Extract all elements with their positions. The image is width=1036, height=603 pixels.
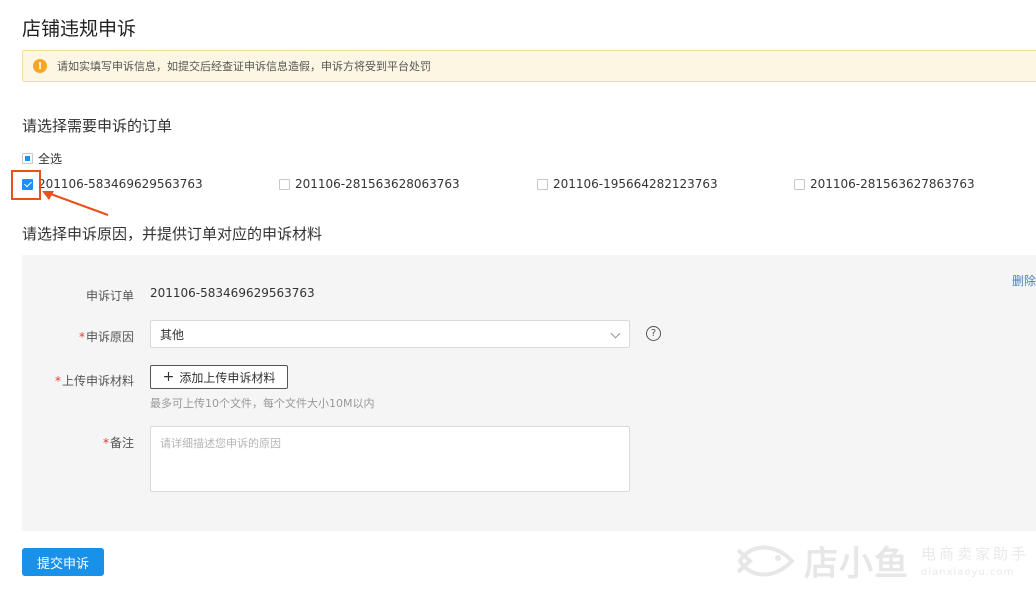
required-mark: * [54, 374, 61, 388]
watermark-cn: 电商卖家助手 [921, 545, 1030, 563]
select-all-label: 全选 [38, 152, 63, 166]
add-material-label: 添加上传申诉材料 [179, 370, 276, 385]
order-id: 201106-195664282123763 [553, 177, 718, 191]
upload-label: *上传申诉材料 [54, 374, 134, 388]
upload-hint: 最多可上传10个文件，每个文件大小10M以内 [150, 397, 375, 410]
order-id: 201106-281563627863763 [810, 177, 975, 191]
order-checkbox-3[interactable]: 201106-195664282123763 [537, 177, 718, 191]
reason-section-title: 请选择申诉原因，并提供订单对应的申诉材料 [22, 225, 323, 243]
warning-icon: ! [33, 59, 47, 73]
annotation-highlight-box [11, 170, 41, 200]
select-all-checkbox[interactable]: 全选 [22, 150, 62, 167]
order-value: 201106-583469629563763 [150, 286, 315, 300]
order-checkbox-4[interactable]: 201106-281563627863763 [794, 177, 975, 191]
order-id: 201106-281563628063763 [295, 177, 460, 191]
checkbox-icon[interactable] [537, 178, 548, 190]
remark-textarea[interactable] [150, 426, 630, 492]
annotation-arrow-icon [42, 191, 109, 216]
checkbox-icon[interactable] [794, 178, 805, 190]
alert-text: 请如实填写申诉信息，如提交后经查证申诉信息造假，申诉方将受到平台处罚 [57, 60, 431, 73]
watermark: 店小鱼 电商卖家助手 dianxiaoyu.com [736, 536, 1029, 585]
submit-appeal-button[interactable]: 提交申诉 [22, 548, 104, 576]
add-material-button[interactable]: + 添加上传申诉材料 [150, 365, 288, 389]
plus-icon: + [162, 369, 175, 385]
warning-alert: ! 请如实填写申诉信息，如提交后经查证申诉信息造假，申诉方将受到平台处罚 [22, 50, 1036, 82]
remark-label: *备注 [102, 436, 134, 450]
delete-link[interactable]: 删除 [1012, 272, 1036, 289]
checkbox-partial-icon[interactable] [22, 153, 33, 164]
required-mark: * [78, 330, 85, 344]
watermark-brand: 店小鱼 [804, 544, 909, 584]
chevron-down-icon [610, 328, 621, 339]
order-section-title: 请选择需要申诉的订单 [22, 117, 173, 135]
reason-selected-value: 其他 [160, 327, 185, 342]
reason-label: *申诉原因 [78, 330, 134, 344]
order-label: 申诉订单 [85, 289, 134, 303]
page-title: 店铺违规申诉 [22, 18, 137, 40]
required-mark: * [102, 436, 109, 450]
checkbox-icon[interactable] [279, 178, 290, 190]
fish-logo-icon [736, 545, 795, 576]
help-icon[interactable]: ? [646, 326, 661, 341]
order-checkbox-2[interactable]: 201106-281563628063763 [279, 177, 460, 191]
reason-select[interactable]: 其他 [150, 320, 630, 348]
watermark-en: dianxiaoyu.com [921, 567, 1015, 578]
